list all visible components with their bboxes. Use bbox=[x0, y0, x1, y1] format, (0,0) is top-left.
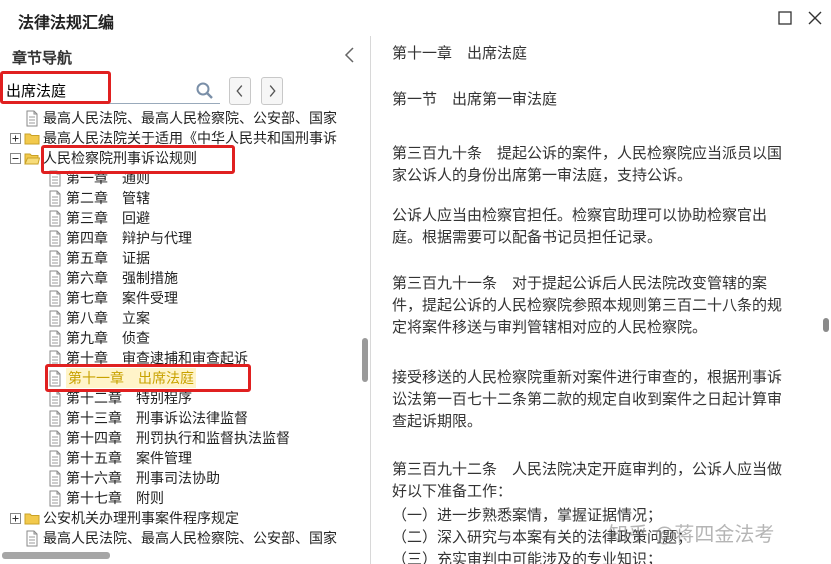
tree-item-label: 第十六章 刑事司法协助 bbox=[66, 471, 220, 487]
document-icon bbox=[49, 490, 61, 506]
document-content: 第十一章 出席法庭第一节 出席第一审法庭第三百九十条 提起公诉的案件，人民检察院… bbox=[372, 36, 831, 564]
document-icon bbox=[49, 190, 61, 206]
content-paragraph: 第三百九十条 提起公诉的案件，人民检察院应当派员以国家公诉人的身份出席第一审法庭… bbox=[392, 144, 783, 184]
search-highlight-box bbox=[0, 71, 111, 104]
document-icon bbox=[49, 230, 61, 246]
document-icon bbox=[49, 310, 61, 326]
folder-icon bbox=[24, 133, 40, 144]
content-paragraph: 第一节 出席第一审法庭 bbox=[392, 90, 558, 108]
tree-item-label: 第六章 强制措施 bbox=[66, 271, 178, 287]
tree-horizontal-scrollbar[interactable] bbox=[2, 552, 110, 559]
maximize-icon[interactable] bbox=[773, 6, 797, 30]
document-icon bbox=[49, 330, 61, 346]
previous-result-button[interactable] bbox=[229, 77, 251, 105]
chapter-navigation-panel: 章节导航 最高人民法院、最高人民检察院、公安部、国家最高人民法院关于适用《中华人… bbox=[0, 36, 371, 564]
title-bar: 法律法规汇编 bbox=[0, 0, 831, 36]
tree-item-label: 第二章 管辖 bbox=[66, 191, 150, 207]
tree-item[interactable]: 第四章 辩护与代理 bbox=[47, 228, 192, 248]
regulation-highlight-box bbox=[41, 145, 235, 174]
document-icon bbox=[49, 410, 61, 426]
document-icon bbox=[49, 290, 61, 306]
expand-icon[interactable] bbox=[10, 132, 21, 144]
tree-item[interactable]: 第十七章 附则 bbox=[47, 488, 164, 508]
close-icon[interactable] bbox=[803, 6, 827, 30]
content-paragraph: 第三百九十二条 人民法院决定开庭审判的，公诉人应当做好以下准备工作： bbox=[392, 460, 783, 500]
chevron-left-icon[interactable] bbox=[340, 44, 360, 66]
tree-item-label: 最高人民法院、最高人民检察院、公安部、国家 bbox=[43, 531, 337, 547]
expand-icon[interactable] bbox=[10, 512, 21, 524]
document-icon bbox=[26, 110, 38, 126]
tree-item-label: 第八章 立案 bbox=[66, 311, 150, 327]
tree-item-label: 公安机关办理刑事案件程序规定 bbox=[43, 511, 239, 527]
content-paragraph: 接受移送的人民检察院重新对案件进行审查的，根据刑事诉讼法第一百七十二条第二款的规… bbox=[392, 368, 783, 430]
content-paragraph: 第十一章 出席法庭 bbox=[392, 44, 528, 62]
content-paragraph: （三）充实审判中可能涉及的专业知识； bbox=[392, 550, 663, 564]
document-icon bbox=[49, 270, 61, 286]
tree-item-label: 第七章 案件受理 bbox=[66, 291, 178, 307]
document-icon bbox=[49, 450, 61, 466]
tree-item[interactable]: 第六章 强制措施 bbox=[47, 268, 178, 288]
tree-item[interactable]: 第五章 证据 bbox=[47, 248, 150, 268]
tree-item[interactable]: 第十六章 刑事司法协助 bbox=[47, 468, 220, 488]
next-result-button[interactable] bbox=[261, 77, 283, 105]
tree-item[interactable]: 第十五章 案件管理 bbox=[47, 448, 192, 468]
tree-item[interactable]: 公安机关办理刑事案件程序规定 bbox=[10, 508, 239, 528]
folder-icon bbox=[24, 513, 40, 524]
tree-item-label: 第四章 辩护与代理 bbox=[66, 231, 192, 247]
tree-item[interactable]: 第七章 案件受理 bbox=[47, 288, 178, 308]
tree-item[interactable]: 最高人民法院、最高人民检察院、公安部、国家 bbox=[10, 108, 337, 128]
chapter-tree: 最高人民法院、最高人民检察院、公安部、国家 最高人民法院关于适用《中华人民共和国刑… bbox=[0, 108, 365, 548]
tree-item-label: 第五章 证据 bbox=[66, 251, 150, 267]
tree-item[interactable]: 第八章 立案 bbox=[47, 308, 150, 328]
document-icon bbox=[49, 470, 61, 486]
content-paragraph: 第三百九十一条 对于提起公诉后人民法院改变管辖的案件，提起公诉的人民检察院参照本… bbox=[392, 274, 783, 336]
tree-item[interactable]: 第十三章 刑事诉讼法律监督 bbox=[47, 408, 248, 428]
tree-item[interactable]: 最高人民法院、最高人民检察院、公安部、国家 bbox=[10, 528, 337, 548]
tree-item-label: 第十三章 刑事诉讼法律监督 bbox=[66, 411, 248, 427]
tree-item[interactable]: 第三章 回避 bbox=[47, 208, 150, 228]
document-icon bbox=[49, 390, 61, 406]
collapse-icon[interactable] bbox=[10, 152, 21, 164]
tree-item-label: 第十五章 案件管理 bbox=[66, 451, 192, 467]
document-icon bbox=[49, 250, 61, 266]
tree-item-label: 第十七章 附则 bbox=[66, 491, 164, 507]
tree-item-label: 第九章 侦查 bbox=[66, 331, 150, 347]
tree-item-label: 最高人民法院、最高人民检察院、公安部、国家 bbox=[43, 111, 337, 127]
nav-header: 章节导航 bbox=[0, 36, 370, 74]
search-icon[interactable] bbox=[195, 81, 215, 101]
tree-item[interactable]: 第二章 管辖 bbox=[47, 188, 150, 208]
document-icon bbox=[49, 430, 61, 446]
chapter-highlight-box bbox=[45, 364, 251, 392]
tree-item-label: 第十四章 刑罚执行和监督执法监督 bbox=[66, 431, 290, 447]
content-paragraph: 公诉人应当由检察官担任。检察官助理可以协助检察官出庭。根据需要可以配备书记员担任… bbox=[392, 206, 768, 246]
document-icon bbox=[49, 210, 61, 226]
nav-title: 章节导航 bbox=[12, 49, 73, 67]
tree-item-label: 第三章 回避 bbox=[66, 211, 150, 227]
document-icon bbox=[26, 530, 38, 546]
folder-open-icon bbox=[24, 153, 40, 164]
window-title: 法律法规汇编 bbox=[18, 13, 115, 32]
tree-vertical-scrollbar[interactable] bbox=[362, 338, 368, 382]
tree-item[interactable]: 第十四章 刑罚执行和监督执法监督 bbox=[47, 428, 290, 448]
content-scrollbar[interactable] bbox=[823, 318, 829, 332]
tree-item[interactable]: 第九章 侦查 bbox=[47, 328, 150, 348]
watermark: 知乎 @蒋四金法考 bbox=[608, 522, 775, 546]
